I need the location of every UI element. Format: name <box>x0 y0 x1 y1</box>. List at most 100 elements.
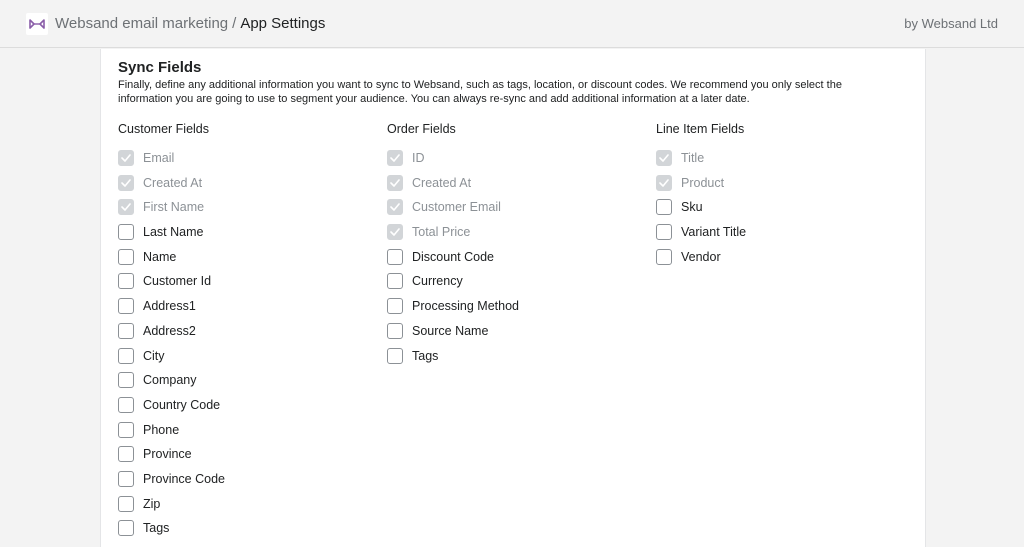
checkbox-label: Created At <box>143 175 203 190</box>
checkbox <box>118 199 134 216</box>
column-heading: Customer Fields <box>118 122 209 136</box>
field-checkbox-item[interactable]: Discount Code <box>387 244 519 269</box>
checkbox-label: City <box>143 348 165 363</box>
checkbox-label: Product <box>681 175 725 190</box>
field-checkbox-item[interactable]: Zip <box>118 491 225 516</box>
checkbox[interactable] <box>118 347 134 364</box>
checkbox-label: Email <box>143 151 175 166</box>
checkbox-label: Tags <box>143 521 170 536</box>
checkbox[interactable] <box>387 248 403 265</box>
checkbox <box>387 150 403 167</box>
field-checkbox-item[interactable]: Vendor <box>656 244 746 269</box>
checkbox-label: Title <box>681 151 705 166</box>
field-checkbox-item[interactable]: Currency <box>387 269 519 294</box>
checkbox[interactable] <box>118 224 134 241</box>
field-checkbox-item[interactable]: Source Name <box>387 319 519 344</box>
checkbox-label: Total Price <box>412 225 471 240</box>
field-checkbox-item: Customer Email <box>387 195 519 220</box>
breadcrumb-separator: / <box>232 15 237 32</box>
sync-fields-card: Sync Fields Finally, define any addition… <box>100 49 926 547</box>
field-checkbox-item[interactable]: Tags <box>118 516 225 541</box>
checkmark-icon <box>121 203 131 212</box>
checkbox-label: Currency <box>412 274 463 289</box>
checkbox[interactable] <box>118 372 134 389</box>
field-checkbox-item[interactable]: Customer Id <box>118 269 225 294</box>
checkmark-icon <box>121 154 131 162</box>
checkbox-label: Vendor <box>681 249 721 264</box>
checkbox[interactable] <box>387 273 403 290</box>
checkbox[interactable] <box>656 248 672 265</box>
line-item-fields-column: Line Item Fields Title Product Sku Variant T… <box>656 121 746 269</box>
column-heading: Order Fields <box>387 122 456 136</box>
checkbox[interactable] <box>118 495 134 512</box>
checkbox-label: Country Code <box>143 397 221 412</box>
checkmark-icon <box>390 178 400 187</box>
field-checkbox-item[interactable]: Tags <box>387 343 519 368</box>
checkbox[interactable] <box>656 199 672 216</box>
field-checkbox-item[interactable]: City <box>118 343 225 368</box>
field-checkbox-item: Product <box>656 170 746 195</box>
checkbox[interactable] <box>118 421 134 438</box>
checkbox[interactable] <box>387 347 403 364</box>
checkbox-label: Processing Method <box>412 299 520 314</box>
developer-byline: by Websand Ltd <box>904 16 998 31</box>
field-checkbox-item: Total Price <box>387 220 519 245</box>
checkbox <box>656 174 672 191</box>
field-checkbox-item[interactable]: Processing Method <box>387 294 519 319</box>
checkbox <box>118 150 134 167</box>
checkbox-label: Created At <box>412 175 472 190</box>
page-title: App Settings <box>240 15 326 32</box>
checkmark-icon <box>390 154 400 162</box>
checkbox[interactable] <box>118 273 134 290</box>
checkbox <box>118 174 134 191</box>
checkbox-label: Discount Code <box>412 249 494 264</box>
checkbox[interactable] <box>118 248 134 265</box>
field-checkbox-item[interactable]: Last Name <box>118 220 225 245</box>
customer-fields-column: Customer Fields Email Created At First Name… <box>118 121 225 541</box>
checkbox-label: Name <box>143 249 177 264</box>
checkbox[interactable] <box>118 322 134 339</box>
checkbox-label: Customer Id <box>143 274 212 289</box>
breadcrumb-app-link[interactable]: Websand email marketing <box>55 15 228 32</box>
checkbox[interactable] <box>118 446 134 463</box>
checkbox[interactable] <box>118 470 134 487</box>
field-checkbox-item: ID <box>387 146 519 171</box>
field-checkbox-item: Created At <box>118 170 225 195</box>
checkbox[interactable] <box>118 520 134 537</box>
checkbox-label: Address1 <box>143 299 196 314</box>
checkbox <box>387 174 403 191</box>
section-title: Sync Fields <box>118 59 202 76</box>
field-checkbox-item[interactable]: Name <box>118 244 225 269</box>
field-checkbox-item[interactable]: Address2 <box>118 319 225 344</box>
order-fields-column: Order Fields ID Created At Customer Email To… <box>387 121 519 368</box>
checkbox-label: Source Name <box>412 323 489 338</box>
field-checkbox-item[interactable]: Province Code <box>118 467 225 492</box>
checkbox[interactable] <box>387 298 403 315</box>
field-checkbox-item[interactable]: Company <box>118 368 225 393</box>
field-checkbox-item[interactable]: Province <box>118 442 225 467</box>
checkbox-label: Variant Title <box>681 225 747 240</box>
field-checkbox-item[interactable]: Phone <box>118 417 225 442</box>
checkbox-label: Last Name <box>143 225 204 240</box>
checkbox-label: First Name <box>143 200 205 215</box>
checkbox <box>387 199 403 216</box>
field-checkbox-item[interactable]: Sku <box>656 195 746 220</box>
field-checkbox-item: Created At <box>387 170 519 195</box>
checkbox-label: Province <box>143 447 192 462</box>
checkbox[interactable] <box>118 396 134 413</box>
checkbox-label: Province Code <box>143 471 225 486</box>
checkbox[interactable] <box>387 322 403 339</box>
section-description: Finally, define any additional informati… <box>118 79 842 105</box>
top-bar: Websand email marketing / App Settings by … <box>0 0 1024 48</box>
checkbox <box>656 150 672 167</box>
field-checkbox-item[interactable]: Address1 <box>118 294 225 319</box>
checkbox-label: Address2 <box>143 323 196 338</box>
checkbox-label: Customer Email <box>412 200 501 215</box>
field-checkbox-item[interactable]: Country Code <box>118 393 225 418</box>
checkmark-icon <box>121 178 131 187</box>
field-checkbox-item[interactable]: Variant Title <box>656 220 746 245</box>
field-checkbox-item: Title <box>656 146 746 171</box>
checkbox[interactable] <box>118 298 134 315</box>
checkbox[interactable] <box>656 224 672 241</box>
field-checkbox-item: First Name <box>118 195 225 220</box>
